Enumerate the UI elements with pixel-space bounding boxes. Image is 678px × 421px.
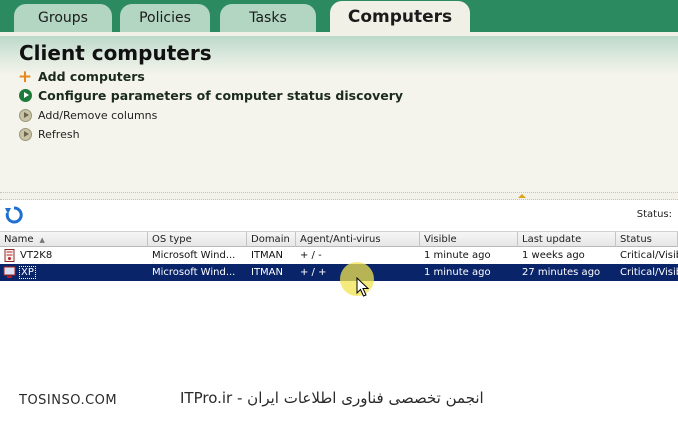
refresh-link[interactable]: Refresh xyxy=(18,127,80,141)
sort-ascending-icon: ▲ xyxy=(39,236,45,244)
server-icon xyxy=(4,249,15,262)
add-remove-columns-label: Add/Remove columns xyxy=(38,108,158,122)
cell-status: Critical/Visible xyxy=(620,267,678,278)
refresh-icon[interactable] xyxy=(4,205,24,225)
cell-visible: 1 minute ago xyxy=(424,267,491,278)
tab-groups[interactable]: Groups xyxy=(14,4,112,32)
cell-domain: ITMAN xyxy=(251,267,284,278)
workstation-icon xyxy=(3,266,16,278)
play-circle-icon xyxy=(18,108,32,122)
refresh-label: Refresh xyxy=(38,127,80,141)
cell-domain: ITMAN xyxy=(251,250,284,261)
table-header: Name ▲ OS type Domain Agent/Anti-virus Vi… xyxy=(0,231,678,247)
cell-os: Microsoft Wind... xyxy=(152,250,236,261)
list-toolbar: Status: xyxy=(0,200,678,230)
column-header-status[interactable]: Status xyxy=(616,232,678,247)
watermark-left: TOSINSO.COM xyxy=(19,393,118,408)
cell-last-update: 1 weeks ago xyxy=(522,250,585,261)
table-row[interactable]: XP Microsoft Wind... ITMAN + / + 1 minut… xyxy=(0,264,678,281)
play-circle-icon xyxy=(18,127,32,141)
page-title: Client computers xyxy=(19,41,212,65)
column-header-name[interactable]: Name ▲ xyxy=(0,232,148,247)
watermark-right: ITPro.ir - انجمن تخصصی فناوری اطلاعات ای… xyxy=(180,389,484,407)
play-circle-icon xyxy=(18,89,32,103)
add-remove-columns-link[interactable]: Add/Remove columns xyxy=(18,108,157,122)
cell-last-update: 27 minutes ago xyxy=(522,267,601,278)
column-header-domain[interactable]: Domain xyxy=(247,232,296,247)
table-row[interactable]: VT2K8 Microsoft Wind... ITMAN + / - 1 mi… xyxy=(0,247,678,264)
tab-policies[interactable]: Policies xyxy=(120,4,210,32)
column-header-agent[interactable]: Agent/Anti-virus xyxy=(296,232,420,247)
configure-discovery-label: Configure parameters of computer status … xyxy=(38,88,404,103)
column-header-last-update[interactable]: Last update xyxy=(518,232,616,247)
pane-splitter[interactable] xyxy=(0,192,678,200)
column-header-visible[interactable]: Visible xyxy=(420,232,518,247)
cell-name: XP xyxy=(0,264,148,281)
configure-discovery-link[interactable]: Configure parameters of computer status … xyxy=(18,88,403,103)
column-header-os-type[interactable]: OS type xyxy=(148,232,247,247)
cell-visible: 1 minute ago xyxy=(424,250,491,261)
tab-tasks[interactable]: Tasks xyxy=(220,4,316,32)
mouse-pointer-icon xyxy=(356,277,370,297)
cell-status: Critical/Visible xyxy=(620,250,678,261)
plus-icon: + xyxy=(17,66,33,87)
add-computers-link[interactable]: + Add computers xyxy=(17,66,145,87)
status-filter-label: Status: xyxy=(636,209,672,220)
tab-computers[interactable]: Computers xyxy=(330,1,470,32)
add-computers-label: Add computers xyxy=(38,69,145,84)
computers-table: Name ▲ OS type Domain Agent/Anti-virus Vi… xyxy=(0,231,678,281)
splitter-grip-icon[interactable] xyxy=(518,194,526,198)
tab-bar: Groups Policies Tasks Computers xyxy=(0,0,678,32)
cell-name: VT2K8 xyxy=(0,247,148,264)
cell-os: Microsoft Wind... xyxy=(152,267,236,278)
